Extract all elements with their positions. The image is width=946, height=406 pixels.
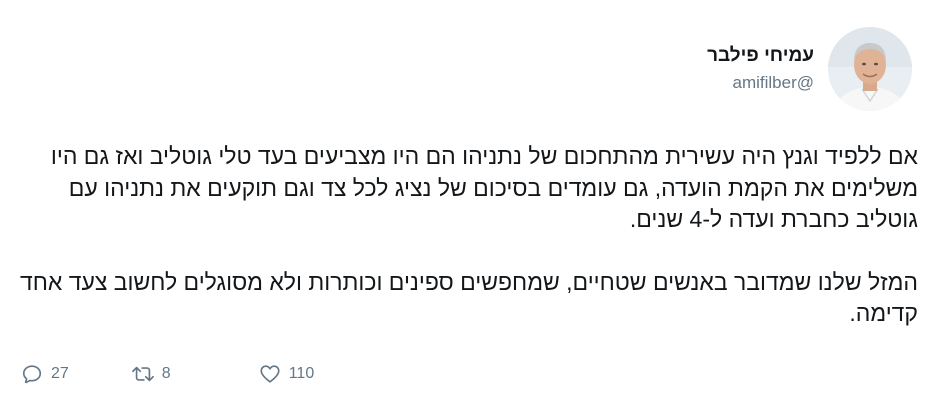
retweet-icon [131,362,155,386]
tweet-card: עמיחי פילבר amifilber@ אם ללפיד וגנץ היה… [0,0,946,406]
tweet-paragraph-1: אם ללפיד וגנץ היה עשירית מהתחכום של נתני… [50,143,918,232]
tweet-header: עמיחי פילבר amifilber@ [707,27,912,111]
reply-button[interactable]: 27 [20,362,69,386]
author-names: עמיחי פילבר amifilber@ [707,44,814,94]
reply-count: 27 [51,365,69,382]
avatar-image [828,27,912,111]
heart-icon [258,362,282,386]
like-count: 110 [288,365,315,382]
avatar[interactable] [828,27,912,111]
author-display-name[interactable]: עמיחי פילבר [707,44,814,68]
tweet-text: אם ללפיד וגנץ היה עשירית מהתחכום של נתני… [18,141,918,330]
retweet-button[interactable]: 8 [131,362,171,386]
retweet-count: 8 [161,365,171,382]
tweet-actions: 27 8 110 [20,362,314,386]
author-handle[interactable]: amifilber@ [707,72,815,94]
like-button[interactable]: 110 [258,362,315,386]
reply-icon [20,362,44,386]
tweet-paragraph-2: המזל שלנו שמדובר באנשים שטחיים, שמחפשים … [20,268,918,327]
